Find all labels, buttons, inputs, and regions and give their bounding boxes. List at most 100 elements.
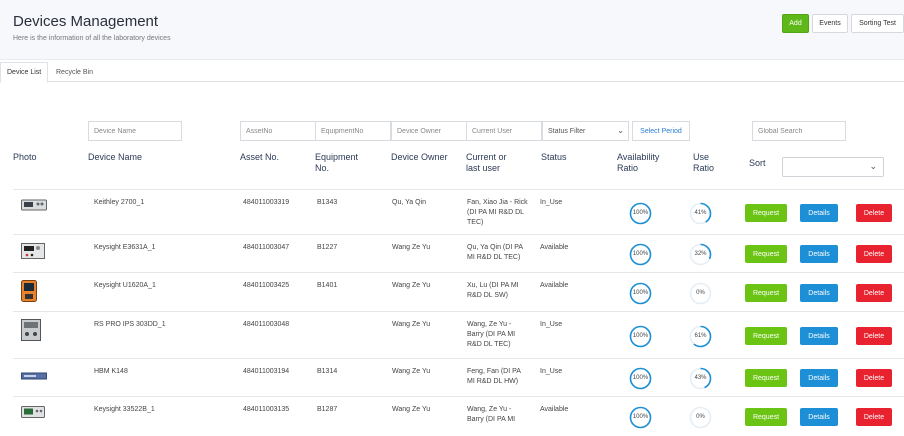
device-owner: Wang Ze Yu xyxy=(392,282,431,289)
details-button[interactable]: Details xyxy=(800,369,838,387)
availability-ring-value: 100% xyxy=(632,210,649,216)
asset-no: 484011003425 xyxy=(243,282,290,289)
delete-button[interactable]: Delete xyxy=(856,204,892,222)
device-owner-filter[interactable] xyxy=(391,121,467,141)
current-user-line: (DI PA MI R&D DL xyxy=(467,209,525,216)
device-name[interactable]: Keysight U1620A_1 xyxy=(94,281,156,291)
col-sort: Sort xyxy=(749,158,766,168)
use-ring-value: 0% xyxy=(696,414,705,420)
request-button[interactable]: Request xyxy=(745,327,787,345)
col-photo: Photo xyxy=(13,152,37,162)
status-filter-label: Status Filter xyxy=(548,127,586,135)
details-button[interactable]: Details xyxy=(800,204,838,222)
request-button[interactable]: Request xyxy=(745,369,787,387)
equipment-no: B1314 xyxy=(317,368,338,375)
delete-button[interactable]: Delete xyxy=(856,369,892,387)
col-status: Status xyxy=(541,152,567,162)
current-user-line: Xu, Lu (DI PA MI xyxy=(467,282,519,289)
use-ring: 61% xyxy=(689,325,712,348)
add-button[interactable]: Add xyxy=(782,14,809,33)
current-user-line: Feng, Fan (DI PA xyxy=(467,368,521,375)
current-user-line: Barry (DI PA MI xyxy=(467,416,516,423)
delete-button[interactable]: Delete xyxy=(856,408,892,426)
device-owner: Wang Ze Yu xyxy=(392,406,431,413)
tab-bar: Device List Recycle Bin xyxy=(0,62,904,83)
availability-ring: 100% xyxy=(629,367,652,390)
table-row: Keithley 2700_1 484011003319 B1343 Qu, Y… xyxy=(13,189,904,234)
col-asset-no: Asset No. xyxy=(240,152,280,162)
request-button[interactable]: Request xyxy=(745,284,787,302)
details-button[interactable]: Details xyxy=(800,284,838,302)
current-user-line: MI R&D DL TEC) xyxy=(467,254,521,261)
current-user-filter[interactable] xyxy=(466,121,542,141)
tab-device-list[interactable]: Device List xyxy=(0,62,49,83)
use-ring-value: 41% xyxy=(694,210,707,216)
table-row: RS PRO IPS 303DD_1 484011003048 Wang Ze … xyxy=(13,311,904,358)
waveform-generator-icon xyxy=(21,405,45,423)
delete-button[interactable]: Delete xyxy=(856,327,892,345)
chevron-down-icon: ⌄ xyxy=(869,161,877,171)
device-name[interactable]: Keysight 33522B_1 xyxy=(94,405,155,415)
availability-ring-value: 100% xyxy=(632,290,649,296)
rack-unit-icon xyxy=(21,367,47,385)
use-ring-value: 43% xyxy=(694,375,707,381)
use-ring: 43% xyxy=(689,367,712,390)
global-search-input[interactable] xyxy=(752,121,846,141)
request-button[interactable]: Request xyxy=(745,408,787,426)
delete-button[interactable]: Delete xyxy=(856,284,892,302)
status-filter-select[interactable]: Status Filter ⌄ xyxy=(542,121,629,141)
use-ring: 0% xyxy=(689,282,712,305)
details-button[interactable]: Details xyxy=(800,408,838,426)
use-ring-value: 32% xyxy=(694,251,707,257)
col-equipment-no-line1: Equipment xyxy=(315,152,359,162)
dc-supply-icon xyxy=(21,319,41,346)
request-button[interactable]: Request xyxy=(745,204,787,222)
device-name[interactable]: Keithley 2700_1 xyxy=(94,198,144,208)
col-device-name: Device Name xyxy=(88,152,143,162)
sort-select[interactable]: ⌄ xyxy=(782,157,884,177)
availability-ring-value: 100% xyxy=(632,251,649,257)
use-ring: 41% xyxy=(689,202,712,225)
status-text: In_Use xyxy=(540,199,563,206)
page-subtitle: Here is the information of all the labor… xyxy=(13,35,171,42)
asset-no: 484011003135 xyxy=(243,406,290,413)
delete-button[interactable]: Delete xyxy=(856,245,892,263)
current-user: Fan, Xiao Jia - Rick (DI PA MI R&D DL TEC) xyxy=(467,198,547,228)
col-use-line1: Use xyxy=(693,152,710,162)
col-current-user: Current or last user xyxy=(466,152,507,174)
col-current-user-line1: Current or xyxy=(466,152,507,162)
col-current-user-line2: last user xyxy=(466,163,501,173)
details-button[interactable]: Details xyxy=(800,245,838,263)
tab-recycle-bin[interactable]: Recycle Bin xyxy=(50,62,99,82)
col-availability-line2: Ratio xyxy=(617,163,639,173)
current-user-line: TEC) xyxy=(467,219,484,226)
request-button[interactable]: Request xyxy=(745,245,787,263)
current-user: Wang, Ze Yu - Barry (DI PA MI xyxy=(467,405,547,425)
select-period-button[interactable]: Select Period xyxy=(632,121,690,141)
availability-ring: 100% xyxy=(629,325,652,348)
equipment-no-filter[interactable] xyxy=(315,121,391,141)
device-name[interactable]: RS PRO IPS 303DD_1 xyxy=(94,320,166,330)
asset-no: 484011003048 xyxy=(243,321,290,328)
current-user-line: Barry (DI PA MI xyxy=(467,331,516,338)
power-supply-icon xyxy=(21,243,45,264)
device-name[interactable]: HBM K148 xyxy=(94,367,128,377)
asset-no-filter[interactable] xyxy=(240,121,316,141)
current-user: Feng, Fan (DI PA MI R&D DL HW) xyxy=(467,367,547,387)
device-name[interactable]: Keysight E3631A_1 xyxy=(94,243,156,253)
use-ring-value: 61% xyxy=(694,333,707,339)
events-button[interactable]: Events xyxy=(812,14,848,33)
current-user-line: Wang, Ze Yu - xyxy=(467,406,512,413)
col-equipment-no: Equipment No. xyxy=(315,152,358,174)
device-name-filter[interactable] xyxy=(88,121,182,141)
asset-no: 484011003319 xyxy=(243,199,290,206)
availability-ring-value: 100% xyxy=(632,333,649,339)
current-user-line: R&D DL TEC) xyxy=(467,341,511,348)
status-text: In_Use xyxy=(540,368,563,375)
availability-ring: 100% xyxy=(629,243,652,266)
status-text: Available xyxy=(540,244,569,251)
sorting-test-button[interactable]: Sorting Test xyxy=(851,14,904,33)
device-owner: Wang Ze Yu xyxy=(392,368,431,375)
details-button[interactable]: Details xyxy=(800,327,838,345)
equipment-no: B1287 xyxy=(317,406,338,413)
